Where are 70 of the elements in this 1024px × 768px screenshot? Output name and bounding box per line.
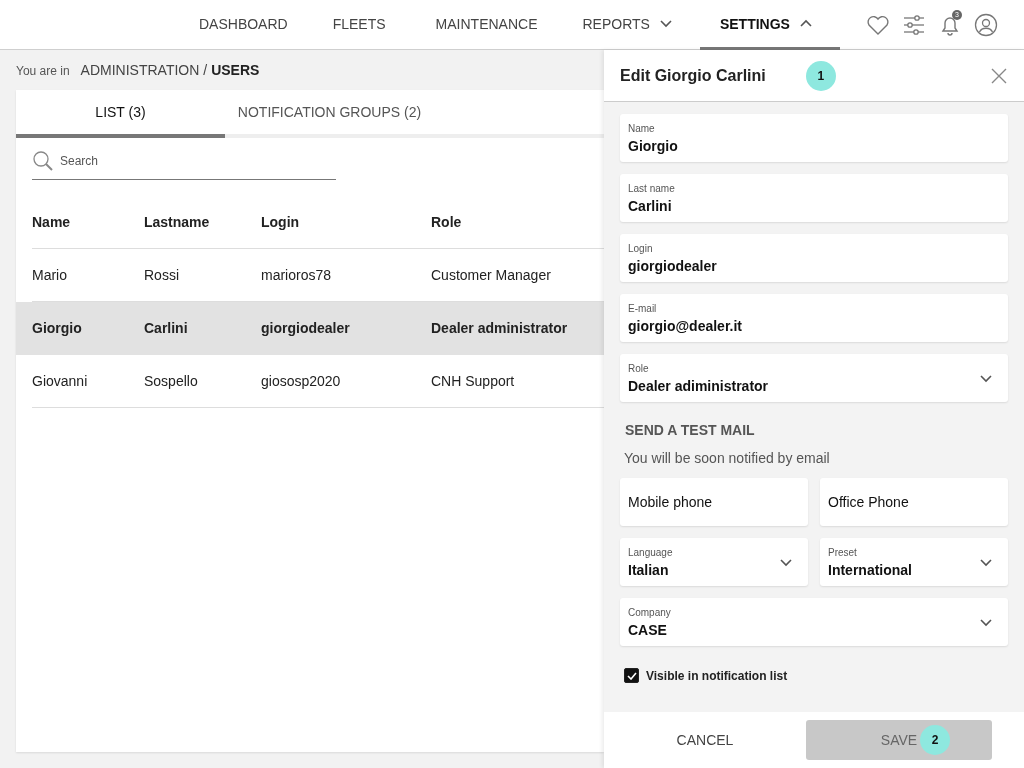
field-label: Name bbox=[628, 122, 656, 134]
input-field[interactable]: Last name Carlini bbox=[620, 174, 1008, 222]
checkbox-label: Visible in notification list bbox=[646, 668, 788, 683]
field-label: Preset bbox=[828, 546, 858, 558]
table-cell-text: Giovanni bbox=[32, 373, 89, 389]
input-field[interactable]: Name Giorgio bbox=[620, 114, 1008, 162]
section-note: You will be soon notified by email bbox=[624, 450, 831, 466]
select-field[interactable]: Role Dealer adiministrator bbox=[620, 354, 1008, 402]
table-row[interactable]: Giorgio Carlini giorgiodealer Dealer administrator bbox=[16, 302, 604, 355]
field-value: Italian bbox=[628, 561, 670, 578]
phone-field[interactable]: Mobile phone bbox=[620, 478, 808, 526]
phone-field[interactable]: Office Phone bbox=[820, 478, 1008, 526]
breadcrumb-current: USERS bbox=[211, 62, 260, 78]
field-value: Giorgio bbox=[628, 137, 679, 154]
field-value: International bbox=[828, 561, 913, 578]
table-cell-text: Carlini bbox=[144, 320, 189, 336]
checkbox[interactable] bbox=[624, 668, 639, 683]
table-cell-text: Mario bbox=[32, 267, 68, 283]
nav-tab[interactable]: MAINTENANCE bbox=[410, 0, 563, 50]
breadcrumb-label: You are in bbox=[16, 64, 70, 78]
field-label: Login bbox=[628, 242, 654, 254]
field-value: CASE bbox=[628, 621, 668, 638]
select-field[interactable]: Language Italian bbox=[620, 538, 808, 586]
close-icon[interactable] bbox=[990, 66, 1008, 85]
section-title: SEND A TEST MAIL bbox=[625, 422, 756, 438]
input-field[interactable]: E-mail giorgio@dealer.it bbox=[620, 294, 1008, 342]
nav-tab[interactable]: DASHBOARD bbox=[179, 0, 308, 50]
field-label: Last name bbox=[628, 182, 676, 194]
panel-title: Edit Giorgio Carlini bbox=[620, 66, 766, 85]
cancel-button[interactable]: CANCEL bbox=[668, 724, 742, 756]
chevron-icon bbox=[980, 617, 992, 627]
table-cell-text: Customer Manager bbox=[431, 267, 552, 283]
search-icon bbox=[32, 150, 54, 172]
field-label: E-mail bbox=[628, 302, 658, 314]
field-value: Dealer adiministrator bbox=[628, 377, 770, 394]
column-header: Role bbox=[431, 214, 463, 230]
table-row[interactable]: Giovanni Sospello giososp2020 CNH Support bbox=[32, 355, 604, 408]
table-cell-text: Sospello bbox=[144, 373, 199, 389]
step-marker: 1 bbox=[805, 60, 836, 91]
chevron-icon bbox=[780, 557, 792, 567]
tab[interactable]: NOTIFICATION GROUPS (2) bbox=[225, 90, 434, 138]
column-header: Lastname bbox=[144, 214, 211, 230]
field-value: Carlini bbox=[628, 197, 673, 214]
tab[interactable]: LIST (3) bbox=[16, 90, 225, 138]
field-value: giorgio@dealer.it bbox=[628, 317, 743, 334]
table-cell-text: Rossi bbox=[144, 267, 180, 283]
nav-tab[interactable]: FLEETS bbox=[307, 0, 411, 50]
column-header: Name bbox=[32, 214, 72, 230]
field-label: Role bbox=[628, 362, 650, 374]
breadcrumb-link[interactable]: ADMINISTRATION / bbox=[80, 62, 208, 78]
field-value: giorgiodealer bbox=[628, 257, 718, 274]
field-label: Language bbox=[628, 546, 674, 558]
table-cell-text: marioros78 bbox=[261, 267, 333, 283]
table-cell-text: giososp2020 bbox=[261, 373, 342, 389]
check-icon bbox=[626, 671, 637, 680]
heart-icon[interactable] bbox=[866, 13, 890, 36]
table-cell-text: CNH Support bbox=[431, 373, 516, 389]
select-field[interactable]: Company CASE bbox=[620, 598, 1008, 646]
table-cell-text: Giorgio bbox=[32, 320, 83, 336]
table-cell-text: Dealer administrator bbox=[431, 320, 569, 336]
sliders-icon[interactable] bbox=[902, 13, 926, 36]
user-avatar-icon[interactable] bbox=[974, 12, 998, 37]
select-field[interactable]: Preset International bbox=[820, 538, 1008, 586]
column-header: Login bbox=[261, 214, 301, 230]
table-cell-text: giorgiodealer bbox=[261, 320, 351, 336]
chevron-icon bbox=[980, 373, 992, 383]
field-label: Company bbox=[628, 606, 672, 618]
input-field[interactable]: Login giorgiodealer bbox=[620, 234, 1008, 282]
chevron-icon bbox=[980, 557, 992, 567]
nav-tab[interactable]: REPORTS bbox=[562, 0, 700, 50]
